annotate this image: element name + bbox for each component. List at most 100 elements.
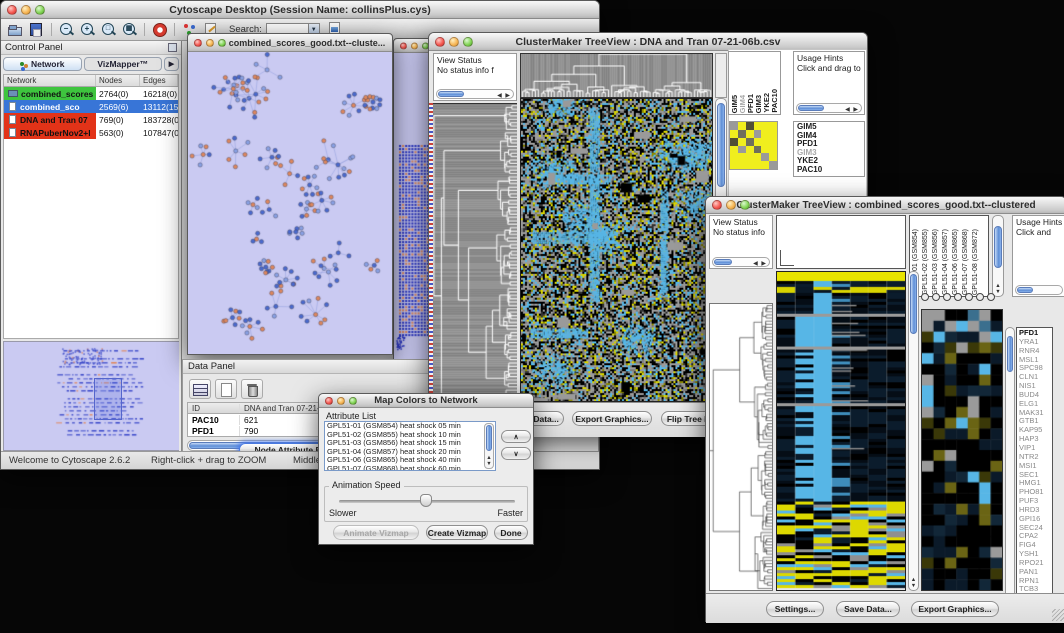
tab-vizmapper[interactable]: VizMapper™	[84, 57, 163, 71]
export-graphics-button[interactable]: Export Graphics...	[911, 601, 999, 617]
speed-slider-thumb[interactable]	[420, 494, 432, 507]
column-label-gpl51-08-gsm872-[interactable]: GPL51-08 (GSM872)	[972, 229, 982, 295]
table-button[interactable]	[189, 379, 211, 399]
network-overview-panel[interactable]	[3, 341, 179, 451]
zoom-heatmap-canvas[interactable]	[921, 309, 1003, 591]
usage-hints-hscrollbar[interactable]	[1015, 285, 1063, 295]
gene-rpn1[interactable]: RPN1	[1019, 577, 1050, 586]
move-up-button[interactable]: ∧	[501, 430, 531, 443]
move-down-button[interactable]: ∨	[501, 447, 531, 460]
zoom-fit-icon[interactable]	[121, 22, 138, 37]
scroll-arrows-icon[interactable]: ◀ ▶	[753, 259, 767, 267]
trash-button[interactable]	[241, 379, 263, 399]
gene-cln1[interactable]: CLN1	[1019, 373, 1050, 382]
network-row-combined-sco-selected[interactable]: combined_sco 2569(6) 13112(15)	[4, 100, 178, 113]
overview-selection-rect[interactable]	[94, 378, 122, 420]
scrollbar-thumb[interactable]	[714, 259, 732, 265]
minimize-icon[interactable]	[206, 39, 214, 47]
zoom-out-icon[interactable]	[58, 22, 75, 37]
gene-nis1[interactable]: NIS1	[1019, 382, 1050, 391]
animate-vizmap-button[interactable]: Animate Vizmap	[333, 525, 419, 540]
attribute-list-vscrollbar[interactable]: ▲▼	[484, 423, 494, 469]
gene-hap3[interactable]: HAP3	[1019, 435, 1050, 444]
zoom-selected-icon[interactable]	[100, 22, 117, 37]
gene-rpo21[interactable]: RPO21	[1019, 559, 1050, 568]
column-dendrogram-canvas[interactable]	[520, 53, 713, 98]
attribute-item-gpl51-07-gsm868-heat-shock-60-min[interactable]: GPL51-07 (GSM868) heat shock 60 min	[325, 465, 495, 471]
scroll-arrows-icon[interactable]: ◀ ▶	[497, 91, 511, 99]
gene-gim3[interactable]: GIM3	[797, 149, 861, 158]
save-icon[interactable]	[28, 22, 45, 37]
row-dendrogram-canvas[interactable]	[709, 303, 773, 591]
heatmap-canvas[interactable]	[520, 98, 713, 402]
tab-network[interactable]: Network	[3, 57, 82, 71]
create-vizmap-button[interactable]: Create Vizmap	[426, 525, 488, 540]
treeview2-column-dendrogram-panel[interactable]	[776, 215, 906, 269]
dialog-titlebar[interactable]: Map Colors to Network	[319, 394, 533, 408]
close-icon[interactable]	[194, 39, 202, 47]
gene-sec1[interactable]: SEC1	[1019, 471, 1050, 480]
column-label-gpl51-04-gsm857-[interactable]: GPL51-04 (GSM857)	[942, 229, 952, 295]
gene-fig4[interactable]: FIG4	[1019, 541, 1050, 550]
zoom-window-icon[interactable]	[35, 5, 45, 15]
row-dendrogram-canvas[interactable]	[433, 103, 517, 402]
gene-sec24[interactable]: SEC24	[1019, 524, 1050, 533]
gene-cpa2[interactable]: CPA2	[1019, 532, 1050, 541]
heatmap-canvas[interactable]	[776, 271, 906, 591]
gene-list-vscrollbar[interactable]: ▲▼	[1005, 327, 1015, 613]
gene-msl1[interactable]: MSL1	[1019, 356, 1050, 365]
column-label-pac10[interactable]: PAC10	[771, 89, 779, 113]
resize-grip[interactable]	[1052, 609, 1064, 621]
open-folder-icon[interactable]	[7, 22, 24, 37]
gene-gim5[interactable]: GIM5	[797, 123, 861, 132]
gene-kap95[interactable]: KAP95	[1019, 426, 1050, 435]
zoom-in-icon[interactable]	[79, 22, 96, 37]
help-lifebuoy-icon[interactable]	[151, 22, 168, 37]
gene-gpi16[interactable]: GPI16	[1019, 515, 1050, 524]
close-icon[interactable]	[325, 397, 333, 405]
tabs-more-button[interactable]: ▶	[164, 57, 179, 71]
close-icon[interactable]	[712, 200, 722, 210]
zoom-window-icon[interactable]	[740, 200, 750, 210]
close-icon[interactable]	[7, 5, 17, 15]
column-label-gpl51-06-gsm865-[interactable]: GPL51-06 (GSM865)	[952, 229, 962, 295]
column-label-gpl51-02-gsm855-[interactable]: GPL51-02 (GSM855)	[922, 229, 932, 295]
minimize-icon[interactable]	[726, 200, 736, 210]
scrollbar-thumb[interactable]	[994, 226, 1002, 268]
gene-ntr2[interactable]: NTR2	[1019, 453, 1050, 462]
scrollbar-thumb[interactable]	[1007, 336, 1013, 372]
scrollbar-thumb[interactable]	[438, 91, 464, 97]
dendrogram-scroll-strip[interactable]	[715, 53, 727, 98]
overview-canvas[interactable]	[4, 342, 179, 450]
close-icon[interactable]	[400, 42, 407, 49]
gene-gim4[interactable]: GIM4	[797, 132, 861, 141]
scroll-arrows-icon[interactable]: ◀ ▶	[845, 105, 859, 113]
gene-gtb1[interactable]: GTB1	[1019, 417, 1050, 426]
network-row-rnapubernov2[interactable]: RNAPuberNov2+l 563(0) 107847(0)	[4, 126, 178, 139]
gene-bud4[interactable]: BUD4	[1019, 391, 1050, 400]
network-row-dna-and-tran[interactable]: DNA and Tran 07 769(0) 183728(0)	[4, 113, 178, 126]
done-button[interactable]: Done	[494, 525, 528, 540]
column-label-gpl51-07-gsm868-[interactable]: GPL51-07 (GSM868)	[962, 229, 972, 295]
gene-yke2[interactable]: YKE2	[797, 157, 861, 166]
minimize-icon[interactable]	[337, 397, 345, 405]
gene-puf3[interactable]: PUF3	[1019, 497, 1050, 506]
gene-pfd1[interactable]: PFD1	[797, 140, 861, 149]
gene-vip1[interactable]: VIP1	[1019, 444, 1050, 453]
zoom-window-icon[interactable]	[463, 37, 473, 47]
minimize-icon[interactable]	[21, 5, 31, 15]
attribute-list[interactable]: GPL51-01 (GSM854) heat shock 05 minGPL51…	[324, 421, 496, 471]
gene-hmg1[interactable]: HMG1	[1019, 479, 1050, 488]
network-row-combined-scores[interactable]: combined_scores 2764(0) 16218(0)	[4, 87, 178, 100]
gene-rnr4[interactable]: RNR4	[1019, 347, 1050, 356]
gene-pfd1[interactable]: PFD1	[1019, 329, 1050, 338]
gene-pan1[interactable]: PAN1	[1019, 568, 1050, 577]
scroll-arrows-icon[interactable]: ▲▼	[909, 577, 918, 589]
cytoscape-titlebar[interactable]: Cytoscape Desktop (Session Name: collins…	[1, 1, 599, 19]
gene-ysh1[interactable]: YSH1	[1019, 550, 1050, 559]
column-label-gpl51-03-gsm856-[interactable]: GPL51-03 (GSM856)	[932, 229, 942, 295]
zoom-window-icon[interactable]	[218, 39, 226, 47]
scroll-arrows-icon[interactable]: ▲▼	[485, 455, 493, 467]
view-status-hscrollbar[interactable]: ◀ ▶	[712, 257, 770, 267]
usage-hints-hscrollbar[interactable]: ◀ ▶	[796, 103, 862, 113]
